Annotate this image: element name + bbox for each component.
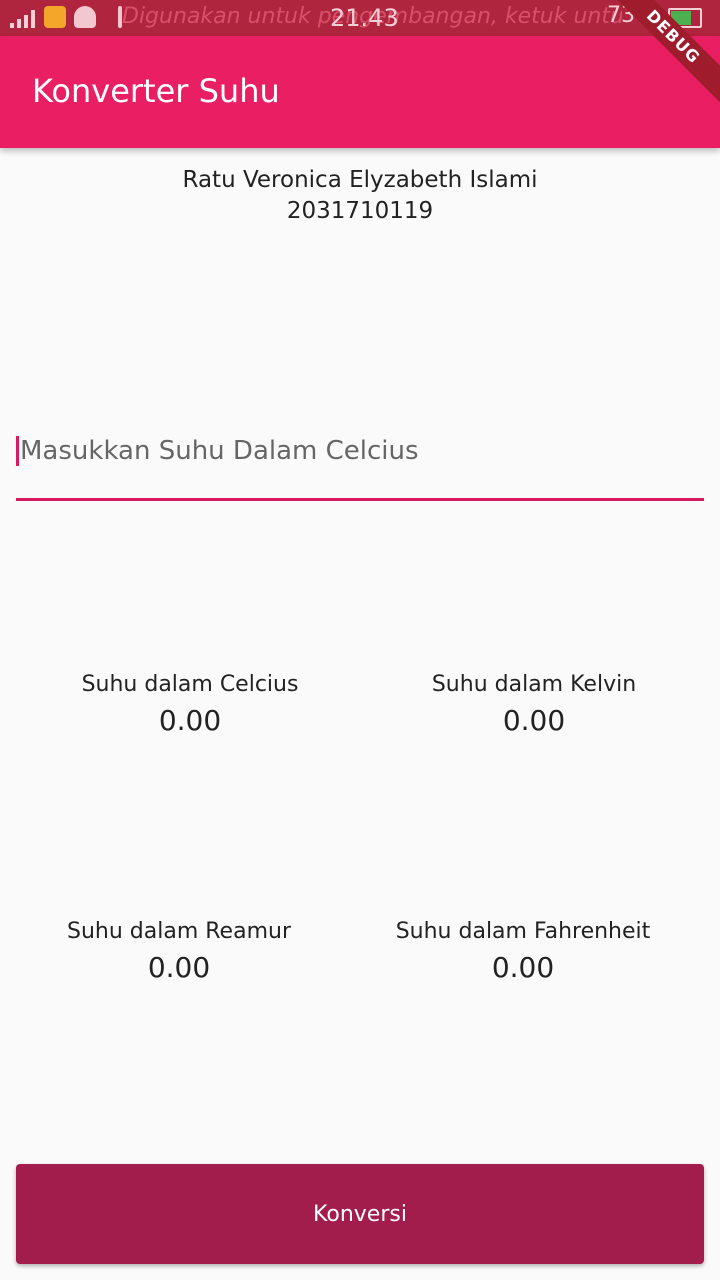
result-fahrenheit-label: Suhu dalam Fahrenheit xyxy=(395,919,651,944)
celcius-input[interactable] xyxy=(16,428,702,474)
result-celcius-value: 0.00 xyxy=(158,704,222,737)
result-reamur-value: 0.00 xyxy=(147,951,211,984)
result-kelvin: Suhu dalam Kelvin 0.00 xyxy=(374,670,694,737)
author-name: Ratu Veronica Elyzabeth Islami xyxy=(182,167,538,193)
battery-percent: 73% xyxy=(607,3,656,28)
status-bar: Digunakan untuk pengembangan, ketuk untu… xyxy=(0,0,720,36)
konversi-button[interactable]: Konversi xyxy=(16,1164,704,1264)
author-info: Ratu Veronica Elyzabeth Islami 203171011… xyxy=(0,165,720,227)
result-reamur: Suhu dalam Reamur 0.00 xyxy=(19,917,339,984)
app-title: Konverter Suhu xyxy=(32,72,280,110)
result-celcius-label: Suhu dalam Celcius xyxy=(81,672,299,697)
result-fahrenheit: Suhu dalam Fahrenheit 0.00 xyxy=(363,917,683,984)
clock: 21.43 xyxy=(330,4,399,32)
result-kelvin-label: Suhu dalam Kelvin xyxy=(431,672,637,697)
author-id: 2031710119 xyxy=(286,198,434,224)
result-reamur-label: Suhu dalam Reamur xyxy=(67,919,291,944)
result-kelvin-value: 0.00 xyxy=(502,704,566,737)
celcius-input-field[interactable] xyxy=(16,420,704,501)
android-debug-icon xyxy=(74,6,96,28)
result-celcius: Suhu dalam Celcius 0.00 xyxy=(30,670,350,737)
signal-icon xyxy=(10,8,35,28)
tools-notification-icon xyxy=(44,6,66,28)
result-fahrenheit-value: 0.00 xyxy=(491,951,555,984)
app-bar: Konverter Suhu xyxy=(0,36,720,148)
battery-icon xyxy=(668,8,702,28)
